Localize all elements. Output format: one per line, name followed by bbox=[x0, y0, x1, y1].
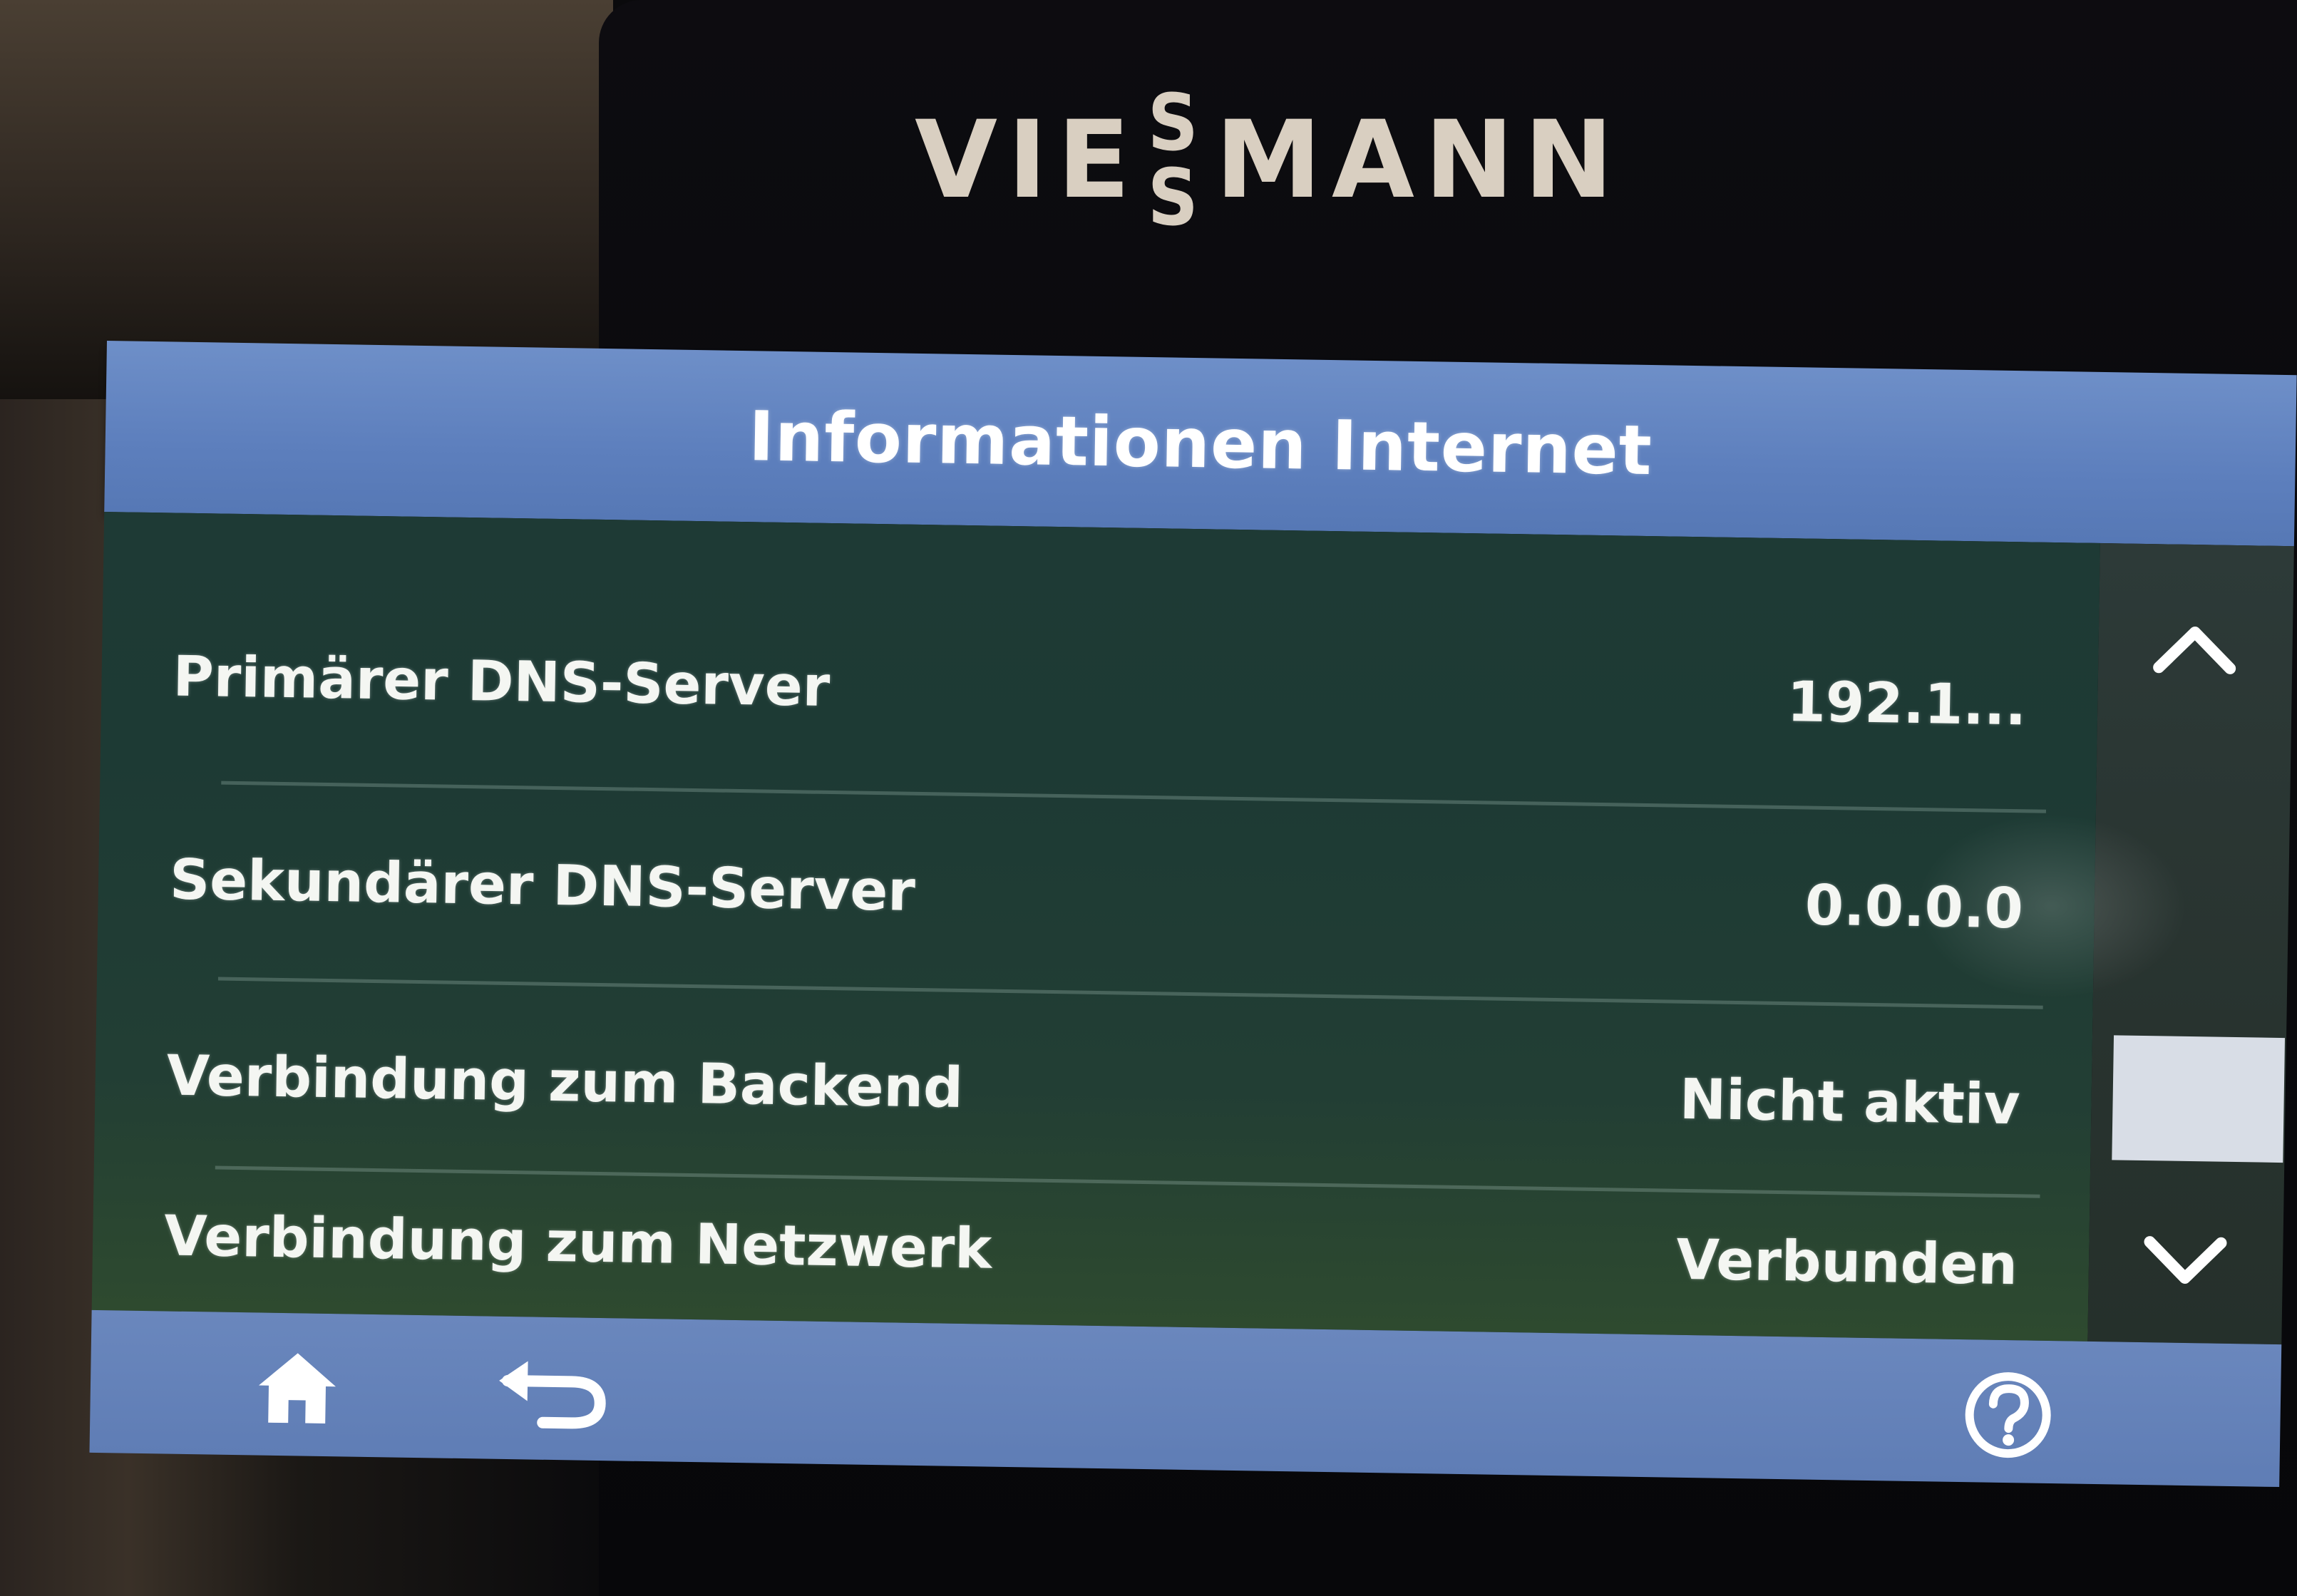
back-button[interactable] bbox=[489, 1342, 619, 1443]
title-bar: Informationen Internet bbox=[104, 341, 2297, 547]
list-item-secondary-dns[interactable]: Sekundärer DNS-Server 0.0.0.0 bbox=[168, 783, 2053, 1005]
brand-logo: VIE S S MANN bbox=[914, 77, 1624, 243]
back-arrow-icon bbox=[499, 1361, 606, 1429]
scrollbar[interactable] bbox=[2087, 542, 2294, 1345]
home-button[interactable] bbox=[247, 1337, 348, 1438]
chevron-down-icon bbox=[2144, 1236, 2227, 1284]
chevron-up-icon bbox=[2153, 627, 2236, 674]
row-value: Nicht aktiv bbox=[1679, 1067, 2021, 1138]
row-label: Verbindung zum Backend bbox=[166, 1044, 964, 1121]
home-icon bbox=[259, 1353, 336, 1423]
background-wall bbox=[0, 0, 613, 399]
row-value: Verbunden bbox=[1675, 1227, 2018, 1298]
scroll-thumb[interactable] bbox=[2112, 1035, 2286, 1163]
help-button[interactable] bbox=[1958, 1364, 2059, 1466]
scroll-up-button[interactable] bbox=[2140, 594, 2249, 702]
row-value: 0.0.0.0 bbox=[1804, 873, 2024, 942]
row-label: Verbindung zum Netzwerk bbox=[163, 1204, 992, 1282]
scroll-down-button[interactable] bbox=[2131, 1207, 2239, 1315]
info-list: Primärer DNS-Server 192.1... Sekundärer … bbox=[91, 511, 2100, 1342]
row-value: 192.1... bbox=[1786, 670, 2027, 738]
page-title: Informationen Internet bbox=[748, 396, 1653, 491]
row-label: Primärer DNS-Server bbox=[172, 644, 831, 719]
row-label: Sekundärer DNS-Server bbox=[169, 848, 916, 924]
list-item-primary-dns[interactable]: Primärer DNS-Server 192.1... bbox=[171, 581, 2056, 803]
control-panel-screen: Informationen Internet Primärer DNS-Serv… bbox=[89, 341, 2297, 1501]
help-icon bbox=[1965, 1372, 2051, 1458]
